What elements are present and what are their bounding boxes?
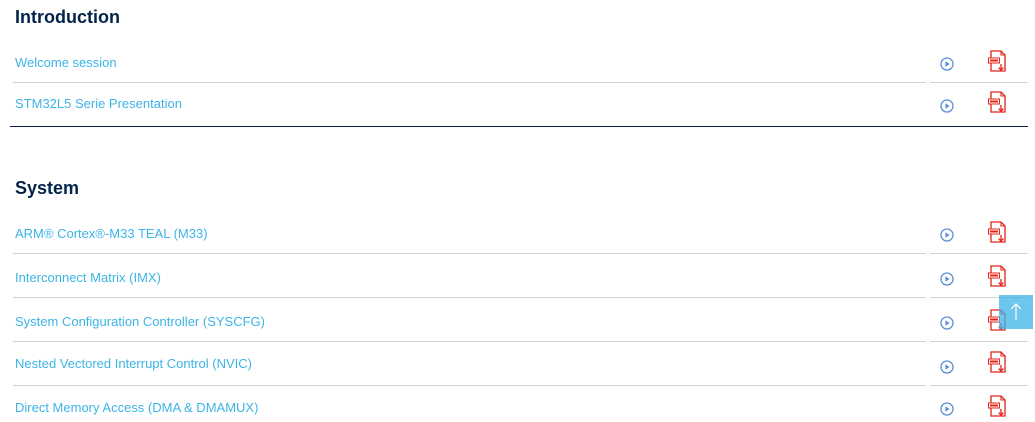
session-link[interactable]: System Configuration Controller (SYSCFG) — [15, 314, 265, 329]
pdf-download-icon[interactable] — [988, 265, 1008, 287]
section-title-system: System — [15, 178, 80, 198]
arrow-up-icon — [1010, 303, 1022, 320]
play-circle-icon[interactable] — [940, 272, 954, 286]
divider — [930, 341, 1028, 342]
divider — [13, 341, 926, 342]
divider — [13, 385, 926, 386]
pdf-download-icon[interactable] — [988, 91, 1008, 113]
session-link[interactable]: STM32L5 Serie Presentation — [15, 96, 182, 111]
play-circle-icon[interactable] — [940, 316, 954, 330]
divider — [13, 82, 926, 83]
pdf-download-icon[interactable] — [988, 221, 1008, 243]
play-circle-icon[interactable] — [940, 57, 954, 71]
pdf-download-icon[interactable] — [988, 351, 1008, 373]
divider — [13, 297, 926, 298]
session-link[interactable]: Nested Vectored Interrupt Control (NVIC) — [15, 356, 252, 371]
section-title-introduction: Introduction — [15, 7, 120, 27]
play-circle-icon[interactable] — [940, 360, 954, 374]
session-link[interactable]: Interconnect Matrix (IMX) — [15, 270, 161, 285]
pdf-download-icon[interactable] — [988, 50, 1008, 72]
session-link[interactable]: ARM® Cortex®-M33 TEAL (M33) — [15, 226, 208, 241]
section-divider — [10, 126, 1028, 127]
pdf-download-icon[interactable] — [988, 395, 1008, 417]
session-link[interactable]: Direct Memory Access (DMA & DMAMUX) — [15, 400, 258, 415]
play-circle-icon[interactable] — [940, 402, 954, 416]
divider — [930, 253, 1028, 254]
divider — [13, 253, 926, 254]
play-circle-icon[interactable] — [940, 228, 954, 242]
session-link[interactable]: Welcome session — [15, 55, 117, 70]
divider — [930, 82, 1028, 83]
divider — [930, 385, 1028, 386]
scroll-to-top-button[interactable] — [999, 295, 1033, 329]
play-circle-icon[interactable] — [940, 99, 954, 113]
